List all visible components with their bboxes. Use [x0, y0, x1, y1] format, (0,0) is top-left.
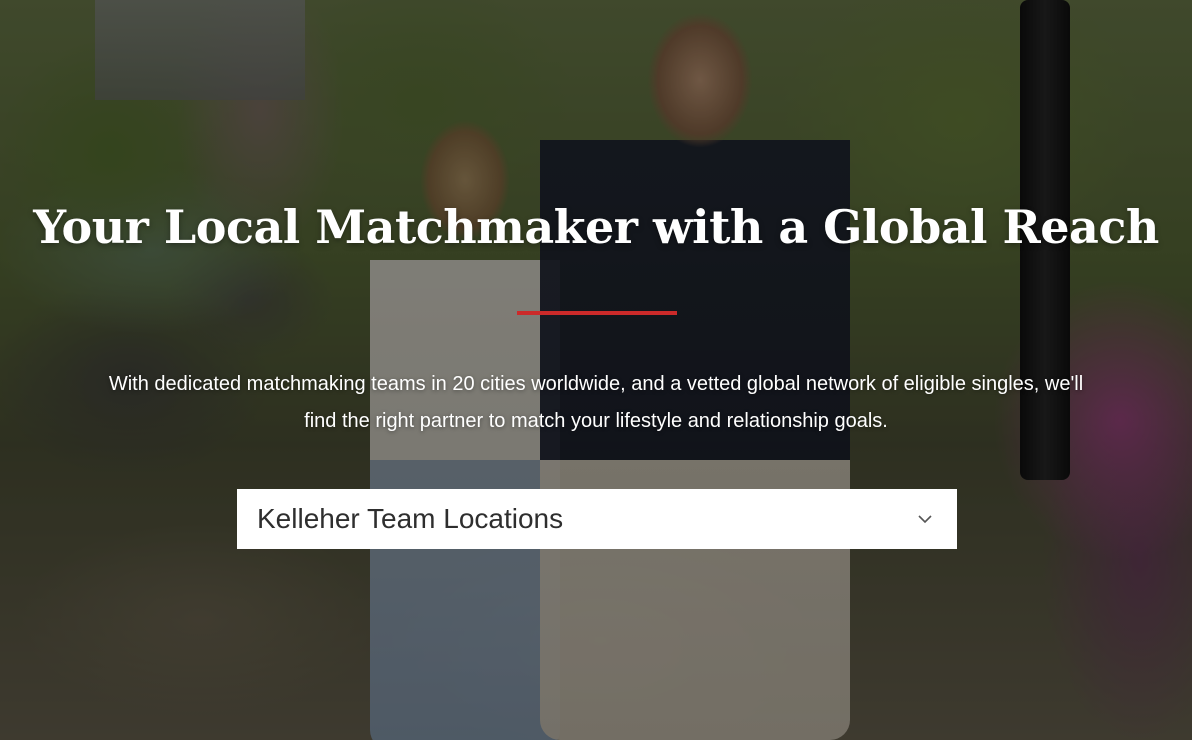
hero-headline: Your Local Matchmaker with a Global Reac…	[33, 200, 1159, 254]
locations-dropdown[interactable]: Kelleher Team Locations	[237, 489, 957, 549]
hero-content: Your Local Matchmaker with a Global Reac…	[0, 0, 1192, 740]
hero-subtext: With dedicated matchmaking teams in 20 c…	[108, 373, 1084, 432]
chevron-down-icon[interactable]	[913, 507, 937, 531]
locations-dropdown-value: Kelleher Team Locations	[257, 503, 564, 534]
accent-divider	[517, 311, 677, 315]
hero-section: Your Local Matchmaker with a Global Reac…	[0, 0, 1192, 740]
